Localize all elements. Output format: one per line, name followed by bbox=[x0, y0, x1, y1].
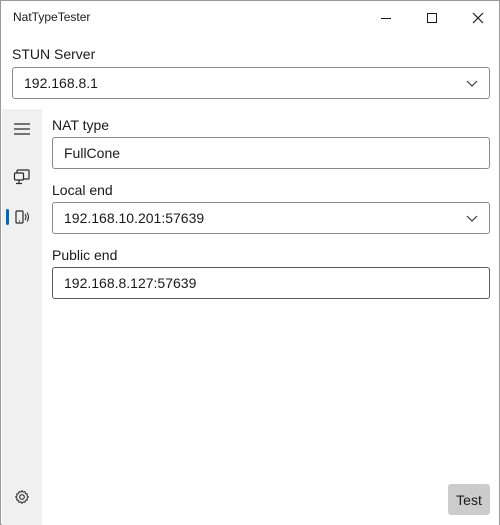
nat-type-label: NAT type bbox=[52, 117, 110, 133]
app-window: NatTypeTester STUN Server 192.168.8.1 NA… bbox=[0, 0, 500, 525]
window-title: NatTypeTester bbox=[13, 10, 91, 24]
nav-menu-toggle[interactable] bbox=[2, 109, 42, 149]
minimize-button[interactable] bbox=[363, 1, 409, 35]
stun-server-value: 192.168.8.1 bbox=[24, 75, 98, 91]
maximize-button[interactable] bbox=[409, 1, 455, 35]
chevron-down-icon bbox=[466, 80, 478, 87]
stun-server-combobox[interactable]: 192.168.8.1 bbox=[12, 67, 490, 99]
nat-type-field[interactable]: FullCone bbox=[52, 137, 490, 169]
client-icon bbox=[15, 210, 30, 224]
chevron-down-icon bbox=[466, 215, 478, 222]
title-bar[interactable]: NatTypeTester bbox=[1, 1, 499, 35]
nav-item-server[interactable] bbox=[2, 157, 42, 197]
nat-type-value: FullCone bbox=[64, 145, 121, 161]
stun-server-label: STUN Server bbox=[12, 46, 96, 62]
local-end-value: 192.168.10.201:57639 bbox=[64, 210, 205, 226]
test-button[interactable]: Test bbox=[448, 484, 490, 515]
gear-icon bbox=[15, 490, 29, 504]
public-end-label: Public end bbox=[52, 247, 118, 263]
close-button[interactable] bbox=[455, 1, 500, 35]
public-end-field[interactable]: 192.168.8.127:57639 bbox=[52, 267, 490, 299]
close-icon bbox=[472, 12, 484, 24]
server-icon bbox=[13, 169, 30, 185]
client-page: NAT type FullCone Local end 192.168.10.2… bbox=[42, 109, 499, 525]
active-indicator bbox=[6, 209, 9, 225]
local-end-combobox[interactable]: 192.168.10.201:57639 bbox=[52, 202, 490, 234]
navigation-pane bbox=[2, 109, 42, 525]
hamburger-menu-icon bbox=[14, 123, 30, 135]
local-end-label: Local end bbox=[52, 182, 113, 198]
minimize-icon bbox=[381, 17, 391, 19]
maximize-icon bbox=[427, 13, 437, 23]
nav-item-client[interactable] bbox=[2, 197, 42, 237]
public-end-value: 192.168.8.127:57639 bbox=[64, 275, 197, 291]
nav-item-settings[interactable] bbox=[2, 477, 42, 517]
